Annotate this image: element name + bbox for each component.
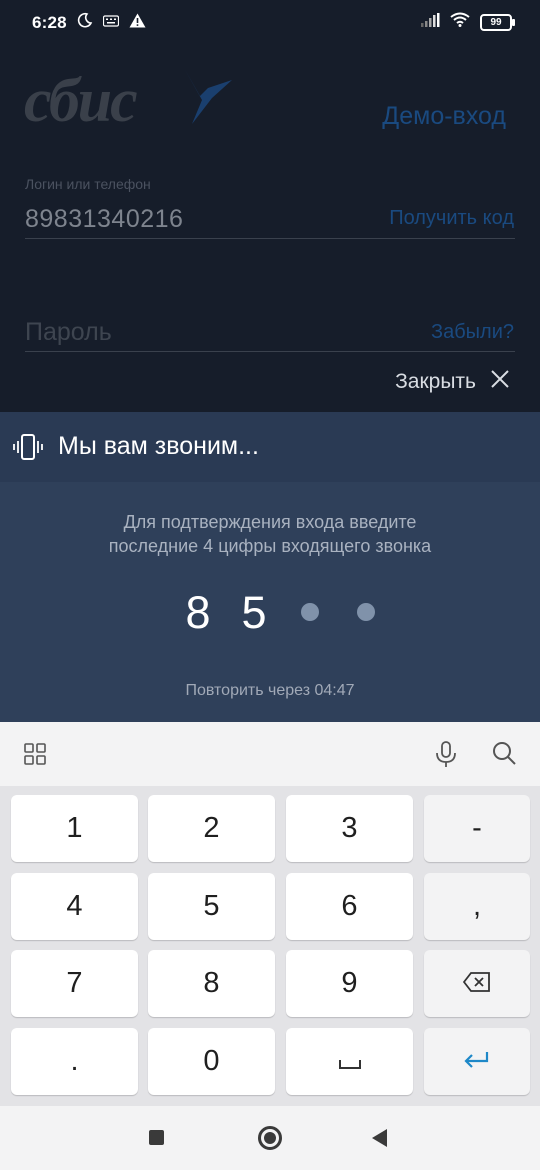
bird-logo-icon bbox=[182, 68, 234, 133]
apps-grid-icon[interactable] bbox=[24, 743, 46, 770]
key-backspace[interactable] bbox=[424, 950, 530, 1017]
code-digit-3-empty bbox=[282, 603, 338, 621]
key-comma[interactable]: , bbox=[424, 873, 530, 940]
key-minus[interactable]: - bbox=[424, 795, 530, 862]
code-digit-4-empty bbox=[338, 603, 394, 621]
status-right: 99 bbox=[420, 12, 515, 32]
key-dot[interactable]: . bbox=[11, 1028, 138, 1095]
login-phone-field[interactable]: 89831340216 bbox=[25, 205, 183, 234]
phone-vibrate-icon bbox=[13, 434, 43, 465]
backspace-icon bbox=[462, 967, 491, 1000]
password-field[interactable]: Пароль bbox=[25, 318, 112, 347]
battery-icon: 99 bbox=[480, 13, 515, 31]
keyboard-notify-icon bbox=[102, 14, 119, 32]
logo-text: сбис bbox=[24, 67, 138, 135]
close-button[interactable]: Закрыть bbox=[395, 369, 510, 395]
signal-icon bbox=[420, 12, 440, 32]
key-space[interactable] bbox=[286, 1028, 413, 1095]
key-4[interactable]: 4 bbox=[11, 873, 138, 940]
back-button[interactable] bbox=[372, 1129, 387, 1147]
password-field-underline bbox=[25, 351, 515, 352]
code-digit-1: 8 bbox=[185, 586, 211, 638]
repeat-timer: Повторить через 04:47 bbox=[185, 682, 355, 699]
warning-icon bbox=[129, 13, 146, 33]
key-6[interactable]: 6 bbox=[286, 873, 413, 940]
moon-icon bbox=[77, 12, 93, 33]
key-2[interactable]: 2 bbox=[148, 795, 275, 862]
key-3[interactable]: 3 bbox=[286, 795, 413, 862]
space-icon bbox=[338, 1045, 362, 1078]
key-7[interactable]: 7 bbox=[11, 950, 138, 1017]
login-field-underline bbox=[25, 238, 515, 239]
status-time: 6:28 bbox=[32, 12, 67, 32]
keyboard-toolbar bbox=[0, 722, 540, 786]
key-1[interactable]: 1 bbox=[11, 795, 138, 862]
login-field-label: Логин или телефон bbox=[25, 176, 151, 192]
close-icon bbox=[490, 369, 510, 395]
key-5[interactable]: 5 bbox=[148, 873, 275, 940]
call-instruction-line2: последние 4 цифры входящего звонка bbox=[108, 536, 432, 556]
key-9[interactable]: 9 bbox=[286, 950, 413, 1017]
numeric-keyboard: 1 2 3 - 4 5 6 , 7 8 9 . 0 bbox=[0, 786, 540, 1106]
status-left: 6:28 bbox=[32, 12, 146, 33]
enter-icon bbox=[463, 1045, 491, 1078]
call-confirmation-panel: Мы вам звоним... Для подтверждения входа… bbox=[0, 412, 540, 722]
key-enter[interactable] bbox=[424, 1028, 530, 1095]
code-digit-2: 5 bbox=[241, 586, 267, 638]
microphone-icon[interactable] bbox=[434, 740, 458, 773]
demo-login-link[interactable]: Демо-вход bbox=[382, 102, 506, 131]
search-icon[interactable] bbox=[491, 740, 517, 771]
home-button[interactable] bbox=[258, 1126, 282, 1150]
logo: сбис bbox=[24, 67, 232, 135]
status-bar: 6:28 99 bbox=[0, 0, 540, 48]
login-area: сбис Демо-вход Логин или телефон 8983134… bbox=[0, 48, 540, 412]
wifi-icon bbox=[450, 12, 470, 32]
key-0[interactable]: 0 bbox=[148, 1028, 275, 1095]
get-code-link[interactable]: Получить код bbox=[389, 207, 514, 230]
call-panel-header: Мы вам звоним... bbox=[0, 412, 540, 482]
call-title: Мы вам звоним... bbox=[58, 432, 259, 460]
close-label: Закрыть bbox=[395, 370, 476, 393]
forgot-password-link[interactable]: Забыли? bbox=[431, 321, 514, 344]
call-instruction-line1: Для подтверждения входа введите bbox=[123, 512, 417, 532]
recents-button[interactable] bbox=[149, 1130, 164, 1145]
system-nav-bar bbox=[0, 1106, 540, 1170]
call-instruction: Для подтверждения входа введите последни… bbox=[0, 510, 540, 558]
key-8[interactable]: 8 bbox=[148, 950, 275, 1017]
code-digits[interactable]: 8 5 bbox=[170, 584, 394, 640]
